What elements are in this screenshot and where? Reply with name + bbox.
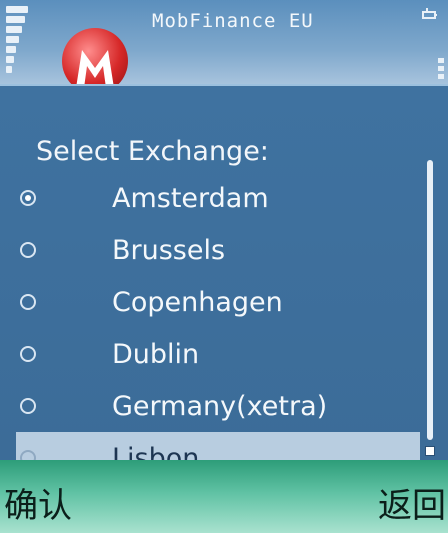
signal-strength-icon [6, 6, 28, 78]
exchange-list: Amsterdam Brussels Copenhagen Dublin Ger… [0, 172, 448, 484]
radio-selected-icon [20, 190, 36, 206]
list-item-label: Germany(xetra) [112, 390, 328, 422]
scrollbar[interactable] [425, 160, 435, 456]
list-item[interactable]: Germany(xetra) [0, 380, 448, 432]
radio-unselected-icon [20, 242, 36, 258]
list-item[interactable]: Dublin [0, 328, 448, 380]
select-exchange-dialog: Select Exchange: Amsterdam Brussels Cope… [0, 84, 448, 484]
list-item-label: Amsterdam [112, 182, 269, 214]
confirm-softkey[interactable]: 确认 [4, 478, 72, 527]
dialog-title: Select Exchange: [36, 136, 269, 167]
radio-unselected-icon [20, 294, 36, 310]
battery-icon [422, 6, 438, 20]
list-item[interactable]: Brussels [0, 224, 448, 276]
softkey-bar: 确认 返回 [0, 460, 448, 533]
app-title: MobFinance EU [152, 10, 314, 32]
list-item-label: Copenhagen [112, 286, 283, 318]
list-item[interactable]: Copenhagen [0, 276, 448, 328]
radio-unselected-icon [20, 346, 36, 362]
battery-level-icon [438, 58, 446, 80]
back-softkey[interactable]: 返回 [378, 478, 446, 527]
status-bar: MobFinance EU [0, 0, 448, 94]
list-item-label: Brussels [112, 234, 226, 266]
scroll-thumb[interactable] [427, 160, 433, 440]
list-item-label: Dublin [112, 338, 200, 370]
scroll-end-icon [425, 446, 435, 456]
radio-unselected-icon [20, 398, 36, 414]
list-item[interactable]: Amsterdam [0, 172, 448, 224]
